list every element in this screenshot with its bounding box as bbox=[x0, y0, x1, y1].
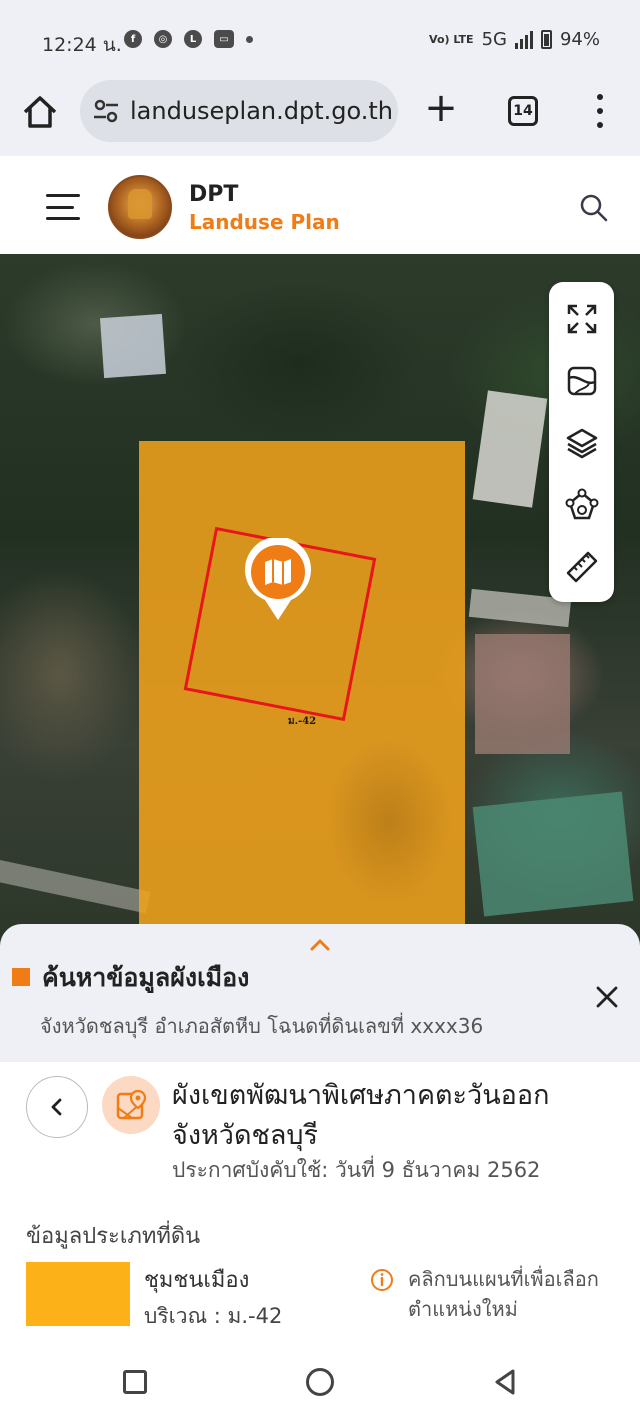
measure-area-icon[interactable] bbox=[565, 488, 599, 522]
hamburger-menu-icon[interactable] bbox=[46, 194, 80, 220]
recent-apps-icon[interactable] bbox=[123, 1370, 147, 1394]
building bbox=[99, 313, 167, 379]
notification-icons: f ◎ L ▭ bbox=[124, 30, 253, 48]
map-pin-icon[interactable] bbox=[243, 538, 313, 622]
map-location-icon bbox=[116, 1089, 147, 1120]
lineman-icon: ▭ bbox=[214, 30, 234, 48]
plan-title: ผังเขตพัฒนาพิเศษภาคตะวันออก จังหวัดชลบุร… bbox=[172, 1080, 550, 1151]
status-time: 12:24 น. bbox=[42, 34, 122, 56]
info-icon bbox=[371, 1269, 393, 1291]
home-nav-icon[interactable] bbox=[306, 1368, 334, 1396]
address-bar[interactable]: landuseplan.dpt.go.th bbox=[80, 80, 398, 142]
plan-badge bbox=[102, 1076, 160, 1134]
browser-toolbar: landuseplan.dpt.go.th + 14 bbox=[0, 78, 640, 156]
close-icon[interactable] bbox=[594, 984, 620, 1010]
chevron-left-icon bbox=[51, 1098, 62, 1116]
land-type-name: ชุมชนเมือง bbox=[144, 1268, 250, 1293]
line-icon: L bbox=[184, 30, 202, 48]
volte-label: Vo) LTE bbox=[429, 32, 474, 46]
battery-icon bbox=[540, 30, 552, 49]
building bbox=[472, 390, 548, 508]
sheet-title: ค้นหาข้อมูลผังเมือง bbox=[42, 963, 250, 992]
plan-effective-date: ประกาศบังคับใช้: วันที่ 9 ธันวาคม 2562 bbox=[172, 1158, 541, 1182]
map-toolbar bbox=[549, 282, 614, 602]
building bbox=[475, 634, 570, 754]
parcel-label: ม.-42 bbox=[288, 716, 317, 727]
map-hint: คลิกบนแผนที่เพื่อเลือกตำแหน่งใหม่ bbox=[408, 1267, 599, 1321]
dot-icon bbox=[246, 35, 253, 43]
brand-subtitle: Landuse Plan bbox=[189, 210, 340, 234]
search-icon[interactable] bbox=[578, 192, 608, 222]
new-tab-button[interactable]: + bbox=[424, 88, 458, 130]
home-icon[interactable] bbox=[20, 92, 60, 132]
site-settings-icon[interactable] bbox=[92, 97, 120, 125]
fullscreen-icon[interactable] bbox=[565, 302, 599, 336]
status-bar: 12:24 น. f ◎ L ▭ Vo) LTE 5G 94% bbox=[0, 0, 640, 78]
map-view[interactable]: ม.-42 bbox=[0, 254, 640, 954]
signal-icon bbox=[514, 30, 533, 49]
system-nav-bar bbox=[0, 1346, 640, 1416]
status-indicators: Vo) LTE 5G 94% bbox=[429, 29, 600, 50]
back-nav-icon[interactable] bbox=[492, 1368, 518, 1396]
battery-level: 94% bbox=[559, 29, 600, 50]
sheet-subtitle: จังหวัดชลบุรี อำเภอสัตหีบ โฉนดที่ดินเลขท… bbox=[40, 1014, 484, 1038]
chrome-icon: ◎ bbox=[154, 30, 172, 48]
land-type-heading: ข้อมูลประเภทที่ดิน bbox=[26, 1224, 201, 1249]
road bbox=[0, 856, 151, 914]
dpt-logo[interactable] bbox=[108, 175, 172, 239]
tab-switcher-button[interactable]: 14 bbox=[508, 96, 538, 126]
ruler-icon[interactable] bbox=[565, 550, 599, 584]
layers-icon[interactable] bbox=[565, 426, 599, 460]
land-type-area: บริเวณ : ม.-42 bbox=[144, 1304, 283, 1328]
back-button[interactable] bbox=[26, 1076, 88, 1138]
site-header: DPT Landuse Plan bbox=[0, 156, 640, 254]
network-type: 5G bbox=[481, 29, 507, 50]
building bbox=[472, 791, 634, 917]
url-text: landuseplan.dpt.go.th bbox=[130, 97, 394, 125]
basemap-icon[interactable] bbox=[565, 364, 599, 398]
search-sheet: ค้นหาข้อมูลผังเมือง จังหวัดชลบุรี อำเภอส… bbox=[0, 924, 640, 1062]
facebook-icon: f bbox=[124, 30, 142, 48]
land-type-swatch bbox=[26, 1262, 130, 1326]
title-bullet bbox=[12, 968, 30, 986]
browser-menu-button[interactable] bbox=[590, 94, 610, 128]
chevron-up-icon[interactable] bbox=[309, 936, 331, 952]
brand-title: DPT bbox=[189, 182, 239, 207]
